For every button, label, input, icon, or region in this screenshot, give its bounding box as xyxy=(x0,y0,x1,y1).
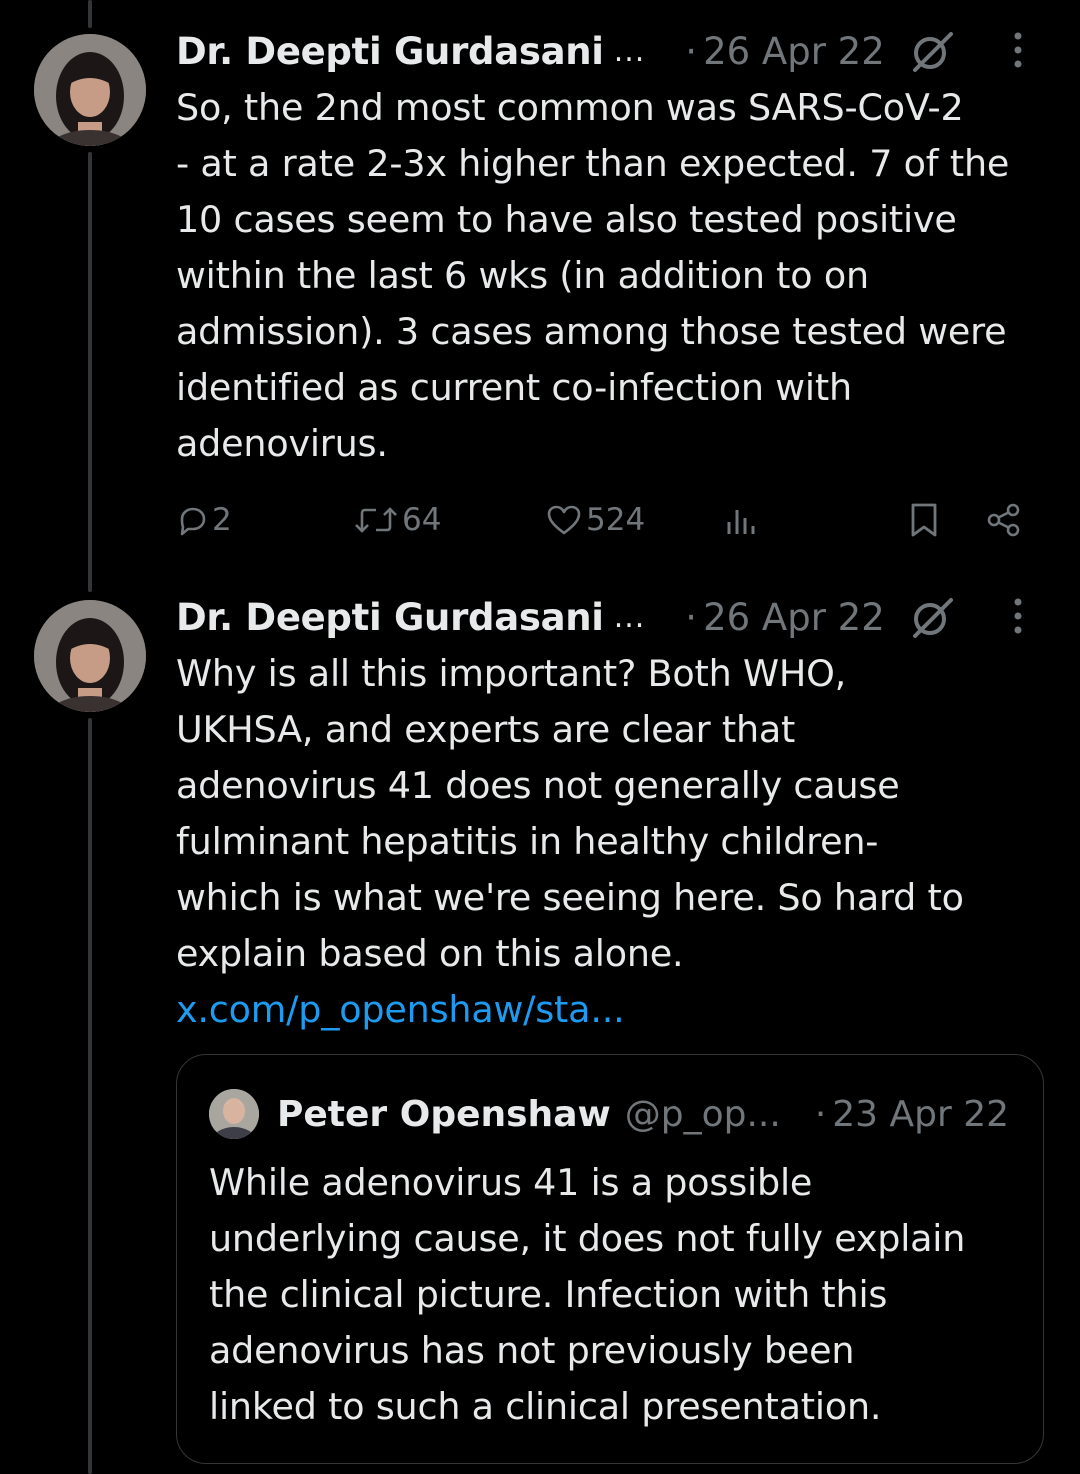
grok-icon[interactable] xyxy=(907,594,957,640)
text-line: fulminant hepatitis in healthy children- xyxy=(176,820,879,863)
reply-button[interactable]: 2 xyxy=(176,498,232,542)
heart-icon xyxy=(547,505,581,535)
quote-text: While adenovirus 41 is a possible underl… xyxy=(209,1155,1029,1435)
share-button[interactable] xyxy=(986,498,1022,542)
text-line: adenovirus has not previously been xyxy=(209,1329,855,1372)
views-icon xyxy=(727,510,755,534)
text-line: Why is all this important? Both WHO, xyxy=(176,652,847,695)
text-line: underlying cause, it does not fully expl… xyxy=(209,1217,966,1260)
grok-icon[interactable] xyxy=(907,28,957,74)
text-line: While adenovirus 41 is a possible xyxy=(209,1161,813,1204)
text-line: 10 cases seem to have also tested positi… xyxy=(176,198,957,241)
repost-icon xyxy=(355,507,397,533)
views-button[interactable] xyxy=(724,498,760,542)
separator: · xyxy=(685,29,698,73)
text-line: within the last 6 wks (in addition to on xyxy=(176,254,869,297)
separator: · xyxy=(685,595,698,639)
text-line: admission). 3 cases among those tested w… xyxy=(176,310,1007,353)
tweet-text: Why is all this important? Both WHO, UKH… xyxy=(176,646,1056,1038)
bookmark-icon xyxy=(911,503,937,537)
avatar xyxy=(209,1089,259,1139)
like-count: 524 xyxy=(586,502,646,538)
more-icon[interactable] xyxy=(1012,596,1024,636)
avatar[interactable] xyxy=(34,600,146,712)
timestamp: · 23 Apr 22 xyxy=(815,1094,1009,1135)
text-line: identified as current co-infection with xyxy=(176,366,852,409)
separator: · xyxy=(814,1093,827,1135)
author-name[interactable]: Dr. Deepti Gurdasani xyxy=(176,30,604,73)
repost-button[interactable]: 64 xyxy=(354,498,441,542)
tweet-link[interactable]: x.com/p_openshaw/sta... xyxy=(176,982,1056,1038)
tweet-header: Dr. Deepti Gurdasani ... · 26 Apr 22 xyxy=(176,594,1060,640)
tweet-1[interactable]: Dr. Deepti Gurdasani ... · 26 Apr 22 So, … xyxy=(0,0,1080,590)
quoted-tweet[interactable]: Peter Openshaw @p_op... · 23 Apr 22 While… xyxy=(176,1054,1044,1464)
quote-header: Peter Openshaw @p_op... · 23 Apr 22 xyxy=(209,1089,1009,1139)
like-button[interactable]: 524 xyxy=(546,498,645,542)
text-line: the clinical picture. Infection with thi… xyxy=(209,1273,888,1316)
author-name[interactable]: Dr. Deepti Gurdasani xyxy=(176,596,604,639)
date: 26 Apr 22 xyxy=(703,29,885,73)
author-truncation: ... xyxy=(613,33,646,69)
date: 26 Apr 22 xyxy=(703,595,885,639)
reply-count: 2 xyxy=(212,502,232,538)
avatar[interactable] xyxy=(34,34,146,146)
text-line: adenovirus 41 does not generally cause xyxy=(176,764,900,807)
text-line: which is what we're seeing here. So hard… xyxy=(176,876,964,919)
text-line: UKHSA, and experts are clear that xyxy=(176,708,796,751)
reply-icon xyxy=(180,507,206,536)
text-line: - at a rate 2-3x higher than expected. 7… xyxy=(176,142,1010,185)
timestamp[interactable]: · 26 Apr 22 xyxy=(685,596,884,639)
text-line: So, the 2nd most common was SARS-CoV-2 xyxy=(176,86,964,129)
more-icon[interactable] xyxy=(1012,30,1024,70)
text-line: adenovirus. xyxy=(176,422,388,465)
timestamp[interactable]: · 26 Apr 22 xyxy=(685,30,884,73)
tweet-text: So, the 2nd most common was SARS-CoV-2 -… xyxy=(176,80,1056,472)
author-handle: @p_op... xyxy=(624,1093,781,1135)
author-name: Peter Openshaw xyxy=(277,1093,611,1135)
share-icon xyxy=(987,503,1020,537)
author-truncation: ... xyxy=(613,599,646,635)
text-line: linked to such a clinical presentation. xyxy=(209,1385,882,1428)
action-bar: 2 64 524 xyxy=(176,498,1030,542)
date: 23 Apr 22 xyxy=(832,1093,1010,1135)
bookmark-button[interactable] xyxy=(908,498,940,542)
tweet-header: Dr. Deepti Gurdasani ... · 26 Apr 22 xyxy=(176,28,1060,74)
repost-count: 64 xyxy=(402,502,442,538)
text-line: explain based on this alone. xyxy=(176,932,684,975)
